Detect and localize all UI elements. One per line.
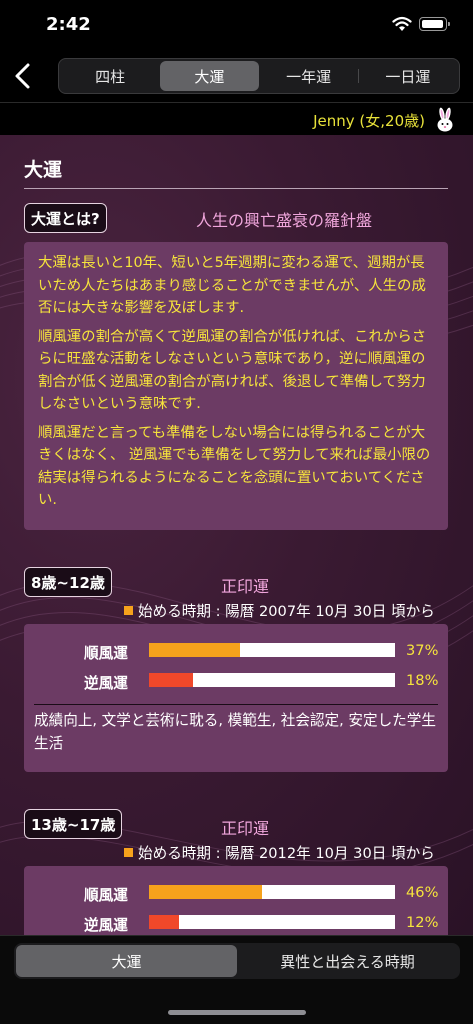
fortune-type-tabs: 四柱 大運 一年運 一日運 (58, 58, 460, 94)
tab-major-luck[interactable]: 大運 (160, 61, 259, 91)
bad-luck-track (149, 673, 395, 687)
home-indicator (168, 1010, 306, 1015)
battery-icon (419, 17, 450, 31)
tab-major-luck-bottom[interactable]: 大運 (16, 945, 237, 977)
good-luck-bar (149, 885, 263, 899)
intro-paragraph: 順風運の割合が高くて逆風運の割合が低ければ、これからさらに旺盛な活動をしなさいと… (38, 328, 427, 413)
intro-paragraph: 順風運だと言っても準備をしない場合には得られることが大きくはなく、 逆風運でも準… (38, 424, 431, 509)
bad-luck-track (149, 915, 395, 929)
good-luck-track (149, 643, 395, 657)
user-profile-label[interactable]: Jenny (女,20歳) (313, 110, 425, 131)
back-chevron-icon[interactable] (12, 62, 34, 90)
bottom-segmented-control: 大運 異性と出会える時期 (14, 943, 460, 979)
tab-romance-timing[interactable]: 異性と出会える時期 (237, 945, 458, 977)
intro-card: 大運は長いと10年、短いと5年週期に変わる運で、週期が長いため人たちはあまり感じ… (24, 242, 448, 530)
good-luck-percent: 46% (406, 884, 439, 901)
period-luck-name: 正印運 (221, 819, 270, 838)
period-card: 順風運 37% 逆風運 18% 成績向上, 文学と芸術に耽る, 模範生, 社会認… (24, 624, 448, 772)
good-luck-label: 順風運 (84, 887, 128, 904)
period-start-text: 始める時期 : 陽暦 2007年 10月 30日 頃から (138, 603, 435, 620)
bad-luck-row: 逆風運 12% (24, 912, 448, 934)
bad-luck-row: 逆風運 18% (24, 670, 448, 692)
period-start-date: 始める時期 : 陽暦 2007年 10月 30日 頃から (124, 600, 435, 621)
tab-yearly-luck[interactable]: 一年運 (260, 61, 358, 91)
status-bar: 2:42 (0, 0, 473, 50)
period-age-tag: 13歳~17歳 (24, 809, 123, 839)
period-card: 順風運 46% 逆風運 12% (24, 866, 448, 935)
wifi-icon (392, 16, 412, 31)
section-title: 大運 (24, 159, 63, 181)
good-luck-bar (149, 643, 241, 657)
good-luck-row: 順風運 37% (24, 640, 448, 662)
bottom-tab-bar: 大運 異性と出会える時期 (0, 935, 473, 1024)
bad-luck-bar (149, 915, 179, 929)
good-luck-track (149, 885, 395, 899)
period-description: 成績向上, 文学と芸術に耽る, 模範生, 社会認定, 安定した学生生活 (34, 712, 436, 752)
bad-luck-percent: 12% (406, 914, 439, 931)
period-luck-name: 正印運 (221, 577, 270, 596)
bad-luck-percent: 18% (406, 672, 439, 689)
intro-paragraph: 大運は長いと10年、短いと5年週期に変わる運で、週期が長いため人たちはあまり感じ… (38, 255, 426, 316)
status-time: 2:42 (46, 14, 91, 35)
period-start-text: 始める時期 : 陽暦 2012年 10月 30日 頃から (138, 845, 435, 862)
nav-bar: 四柱 大運 一年運 一日運 (0, 50, 473, 102)
good-luck-percent: 37% (406, 642, 439, 659)
period-age-tag: 8歳~12歳 (24, 567, 112, 597)
bad-luck-label: 逆風運 (84, 675, 128, 692)
card-divider (34, 704, 438, 705)
section-divider (24, 188, 448, 189)
content-scroll-area[interactable]: 大運 大運とは? 人生の興亡盛衰の羅針盤 大運は長いと10年、短いと5年週期に変… (0, 135, 473, 935)
rabbit-zodiac-icon (437, 107, 453, 132)
intro-heading: 人生の興亡盛衰の羅針盤 (196, 211, 373, 230)
tab-four-pillars[interactable]: 四柱 (61, 61, 159, 91)
user-bar: Jenny (女,20歳) (0, 102, 473, 135)
tab-daily-luck[interactable]: 一日運 (359, 61, 457, 91)
bad-luck-bar (149, 673, 194, 687)
good-luck-label: 順風運 (84, 645, 128, 662)
bullet-square-icon (124, 606, 133, 615)
period-start-date: 始める時期 : 陽暦 2012年 10月 30日 頃から (124, 842, 435, 863)
bad-luck-label: 逆風運 (84, 917, 128, 934)
bullet-square-icon (124, 848, 133, 857)
intro-tag: 大運とは? (24, 203, 107, 233)
good-luck-row: 順風運 46% (24, 882, 448, 904)
